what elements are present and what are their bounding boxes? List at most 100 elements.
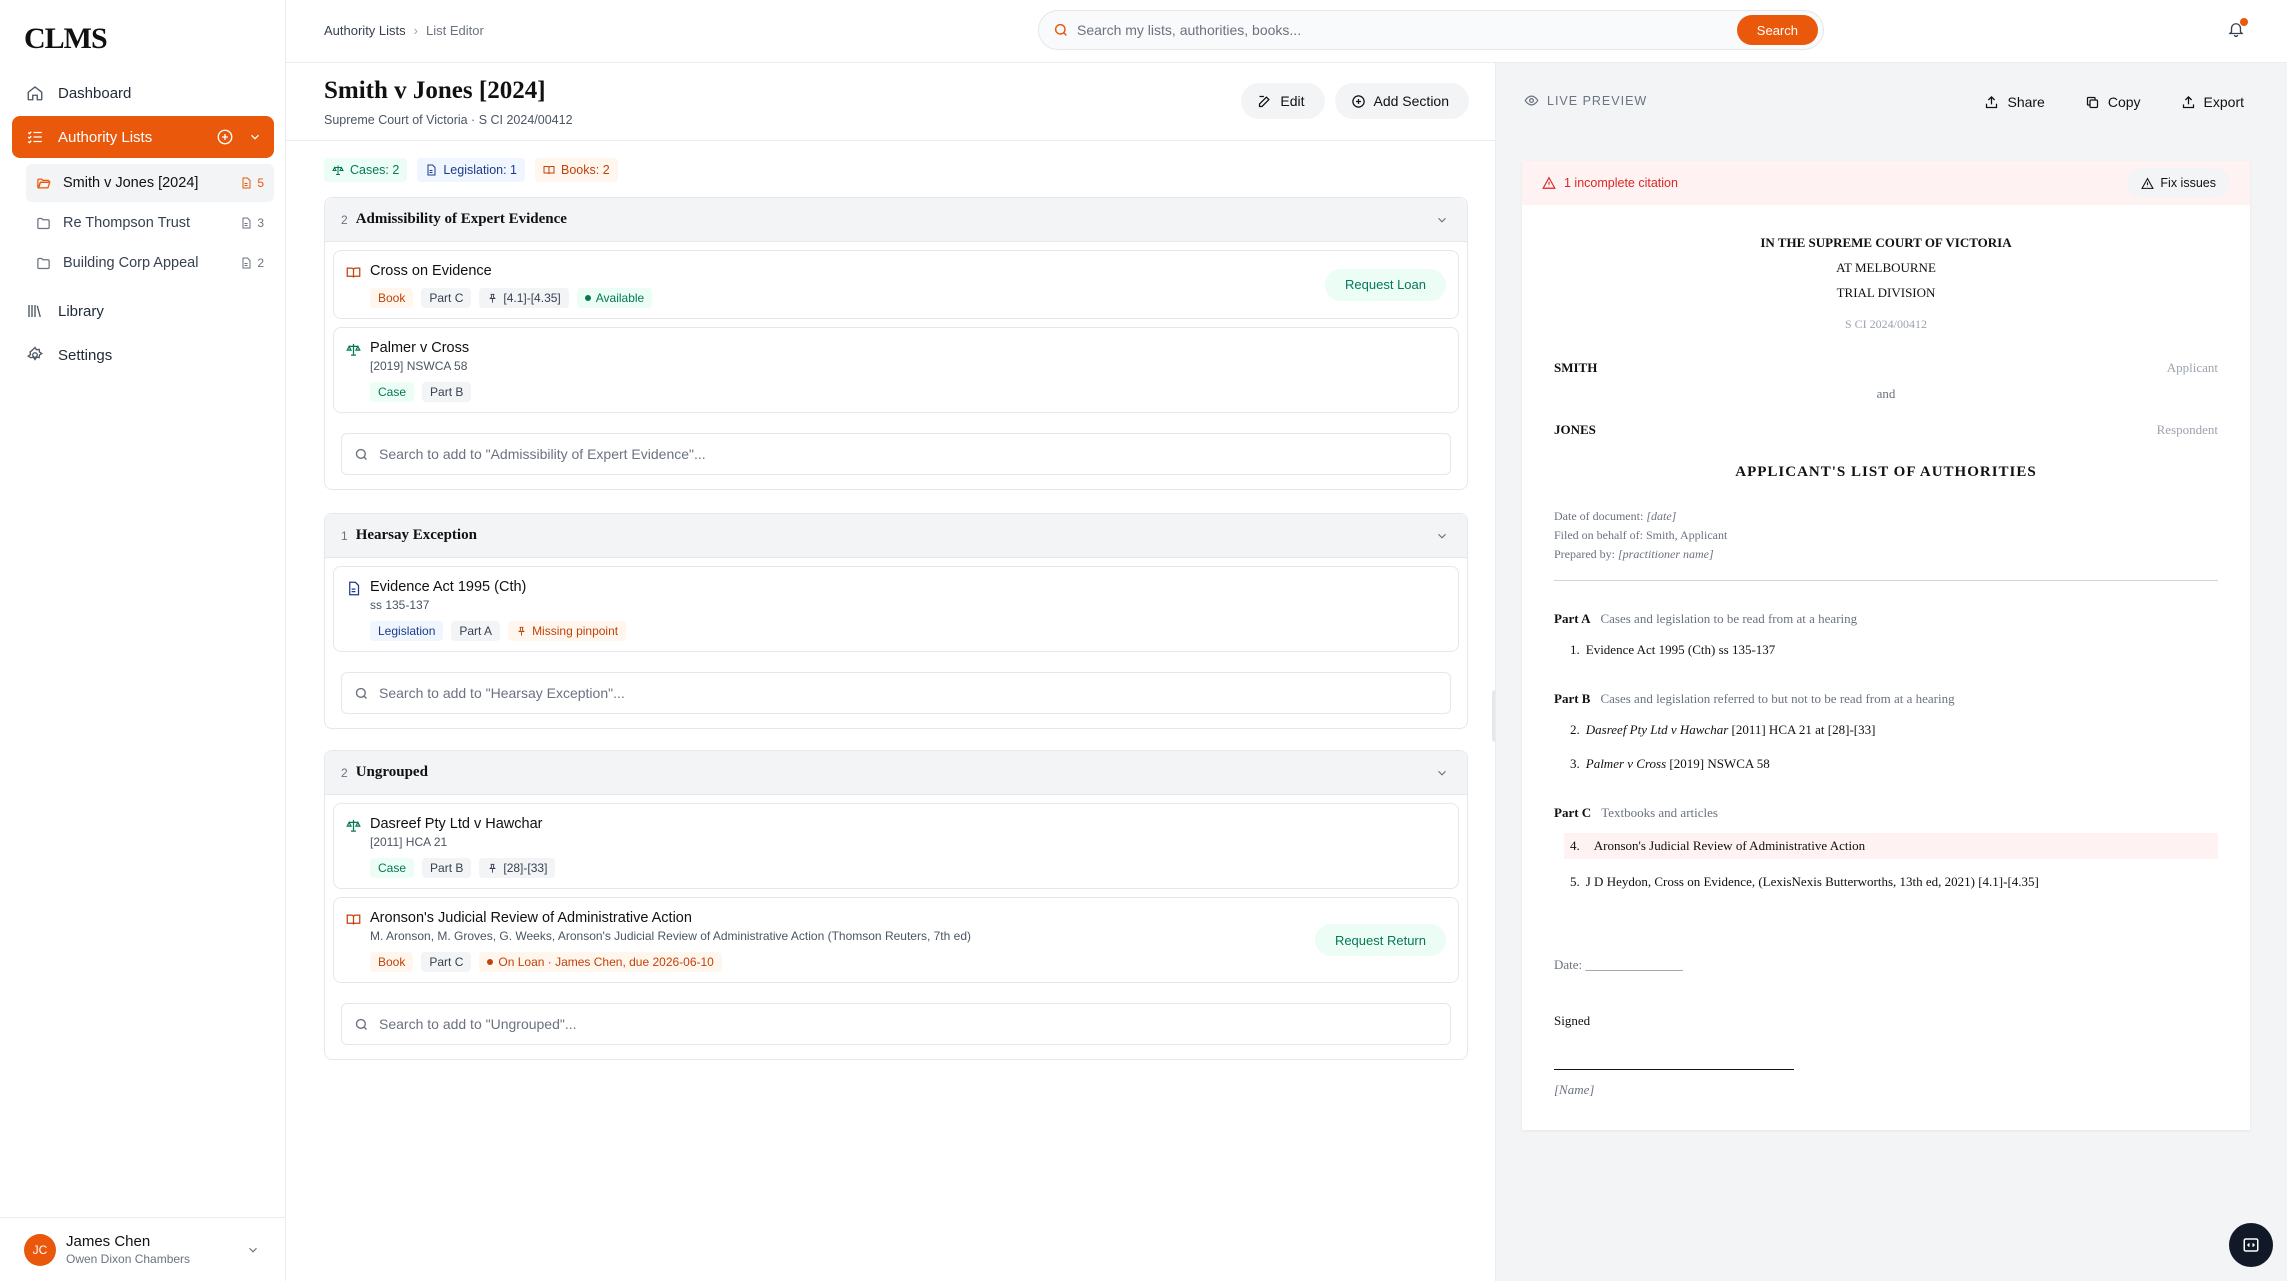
add-authority-input[interactable] — [379, 446, 1450, 462]
chevron-down-icon[interactable] — [248, 130, 262, 144]
share-button[interactable]: Share — [1970, 85, 2058, 119]
name-placeholder: [Name] — [1554, 1082, 1595, 1097]
preview-header: LIVE PREVIEW Share Copy Export — [1496, 63, 2287, 141]
section-header[interactable]: 1 Hearsay Exception — [325, 514, 1467, 558]
section-count: 1 — [341, 528, 348, 543]
citation-entry[interactable]: 2. Dasreef Pty Ltd v Hawchar [2011] HCA 2… — [1554, 719, 2218, 741]
list-item-smith-v-jones[interactable]: Smith v Jones [2024] 5 — [26, 164, 274, 202]
date-line: Date: _______________ — [1554, 957, 1683, 972]
preview-label: LIVE PREVIEW — [1524, 93, 1647, 108]
loan-status-badge: On Loan · James Chen, due 2026-06-10 — [479, 952, 722, 972]
fix-issues-button[interactable]: Fix issues — [2127, 168, 2230, 198]
authority-citation: [2019] NSWCA 58 — [370, 359, 468, 373]
chevron-down-icon[interactable] — [1435, 213, 1449, 227]
authority-citation: [2011] HCA 21 — [370, 835, 448, 849]
nav-authority-lists-label: Authority Lists — [58, 128, 153, 146]
code-icon — [2243, 1238, 2259, 1252]
list-name: Smith v Jones [2024] — [63, 175, 199, 191]
upload-icon — [2182, 95, 2194, 108]
document-title: APPLICANT'S LIST OF AUTHORITIES — [1735, 464, 2037, 480]
part-badge: Part B — [422, 858, 472, 878]
nav-library[interactable]: Library — [12, 290, 274, 332]
search-icon — [354, 447, 369, 462]
court-name: IN THE SUPREME COURT OF VICTORIA — [1760, 235, 2012, 250]
file-number: S CI 2024/00412 — [1844, 317, 1927, 331]
court-location: AT MELBOURNE — [1836, 260, 1936, 275]
section-header[interactable]: 2 Ungrouped — [325, 751, 1467, 795]
user-menu[interactable]: JC James Chen Owen Dixon Chambers — [0, 1217, 286, 1281]
export-button[interactable]: Export — [2167, 85, 2258, 119]
type-badge: Legislation — [370, 621, 444, 641]
part-badge: Part C — [421, 952, 472, 972]
list-item-re-thompson-trust[interactable]: Re Thompson Trust 3 — [26, 204, 274, 242]
add-list-icon[interactable] — [216, 128, 234, 146]
section-header[interactable]: 2 Admissibility of Expert Evidence — [325, 198, 1467, 242]
part-badge: Part B — [422, 382, 472, 402]
missing-pinpoint-badge: Missing pinpoint — [508, 621, 627, 641]
copy-icon — [2086, 96, 2098, 108]
breadcrumb-current: List Editor — [426, 23, 484, 38]
code-toggle-button[interactable] — [2229, 1223, 2273, 1267]
live-preview-panel: LIVE PREVIEW Share Copy Export 1 incompl… — [1495, 63, 2287, 1281]
search-input[interactable] — [1077, 22, 1737, 38]
breadcrumb-root[interactable]: Authority Lists — [324, 23, 406, 38]
list-item-building-corp-appeal[interactable]: Building Corp Appeal 2 — [26, 244, 274, 282]
respondent-row: JONES Respondent — [1554, 422, 2218, 437]
authority-item[interactable]: Evidence Act 1995 (Cth) ss 135-137 Legis… — [333, 566, 1459, 652]
add-section-button[interactable]: Add Section — [1334, 83, 1469, 119]
section-admissibility: 2 Admissibility of Expert Evidence Cross… — [324, 197, 1468, 490]
section-ungrouped: 2 Ungrouped Dasreef Pty Ltd v Hawchar [2… — [324, 750, 1468, 1060]
nav-library-label: Library — [58, 302, 104, 320]
warning-icon — [2141, 177, 2155, 189]
part-heading: Part A Cases and legislation to be read f… — [1554, 611, 1858, 626]
chevron-down-icon[interactable] — [246, 1243, 260, 1257]
add-authority-input[interactable] — [379, 685, 1450, 701]
folder-icon — [36, 216, 51, 231]
citation-entry[interactable]: 5. J D Heydon, Cross on Evidence, (LexisN… — [1554, 871, 2218, 893]
authority-item[interactable]: Palmer v Cross [2019] NSWCA 58 Case Part… — [333, 327, 1459, 413]
section-title: Admissibility of Expert Evidence — [355, 211, 567, 227]
avatar: JC — [24, 1233, 56, 1266]
edit-button[interactable]: Edit — [1241, 83, 1325, 119]
request-loan-button[interactable]: Request Loan — [1325, 268, 1446, 301]
notification-dot — [2240, 18, 2248, 26]
sidebar: CLMS Dashboard Authority Lists Smith v J… — [0, 0, 286, 1281]
add-authority-search — [341, 672, 1451, 714]
status-badge: Available — [576, 288, 653, 308]
nav-authority-lists[interactable]: Authority Lists — [12, 116, 274, 158]
citation-entry-incomplete[interactable]: 4. Aronson's Judicial Review of Administr… — [1564, 833, 2218, 859]
applicant-row: SMITH Applicant — [1554, 360, 2218, 375]
chevron-down-icon[interactable] — [1435, 529, 1449, 543]
app-logo[interactable]: CLMS — [24, 22, 108, 56]
nav-settings[interactable]: Settings — [12, 334, 274, 376]
copy-button[interactable]: Copy — [2071, 85, 2155, 119]
authority-item[interactable]: Cross on Evidence Book Part C [4.1]-[4.3… — [333, 250, 1459, 319]
document-body: IN THE SUPREME COURT OF VICTORIA AT MELB… — [1554, 205, 2218, 1098]
authority-title: Aronson's Judicial Review of Administrat… — [370, 910, 692, 926]
section-title: Hearsay Exception — [355, 527, 477, 543]
notifications-button[interactable] — [2227, 18, 2248, 38]
part-badge: Part C — [421, 288, 472, 308]
add-authority-input[interactable] — [379, 1016, 1450, 1032]
chevron-down-icon[interactable] — [1435, 766, 1449, 780]
list-count: 5 — [240, 176, 264, 190]
citation-entry[interactable]: 1. Evidence Act 1995 (Cth) ss 135-137 — [1554, 639, 2218, 661]
books-count-badge: Books: 2 — [535, 158, 618, 182]
nav-dashboard[interactable]: Dashboard — [12, 72, 274, 114]
global-search: Search — [1038, 10, 1824, 50]
authority-item[interactable]: Dasreef Pty Ltd v Hawchar [2011] HCA 21 … — [333, 803, 1459, 889]
request-return-button[interactable]: Request Return — [1314, 924, 1446, 956]
authority-item[interactable]: Aronson's Judicial Review of Administrat… — [333, 897, 1459, 983]
authority-title: Palmer v Cross — [370, 340, 470, 356]
section-count: 2 — [341, 765, 348, 780]
sidebar-nav: Dashboard Authority Lists Smith v Jones … — [12, 72, 274, 378]
search-button[interactable]: Search — [1736, 15, 1818, 45]
folder-icon — [36, 256, 51, 271]
pin-icon — [489, 293, 497, 303]
breadcrumb: Authority Lists › List Editor — [324, 23, 484, 38]
type-badge: Case — [370, 858, 415, 878]
cases-count-badge: Cases: 2 — [324, 158, 408, 182]
citation-entry[interactable]: 3. Palmer v Cross [2019] NSWCA 58 — [1554, 753, 2218, 775]
pin-icon — [518, 626, 525, 636]
document-icon — [242, 177, 251, 189]
